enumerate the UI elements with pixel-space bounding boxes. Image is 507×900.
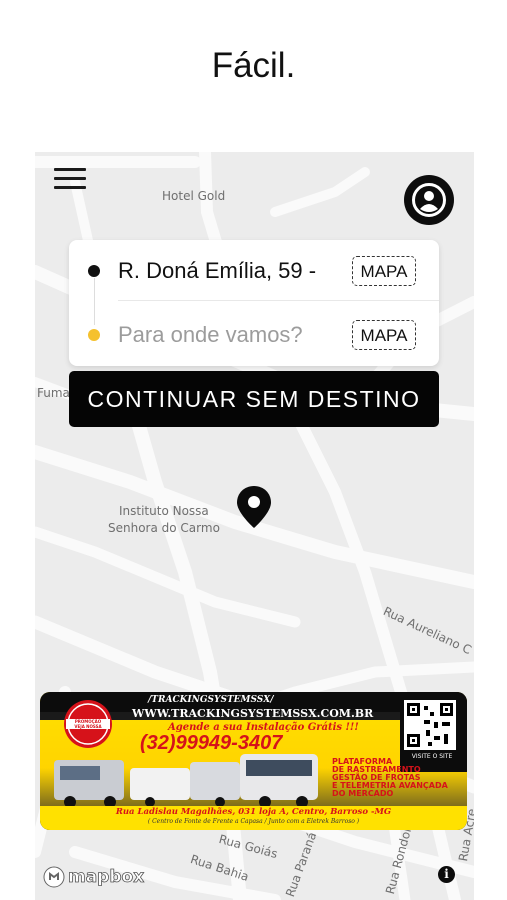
ad-website: WWW.TRACKINGSYSTEMSSX.COM.BR bbox=[132, 707, 374, 720]
origin-row[interactable]: R. Doná Emília, 59 - MAPA bbox=[69, 240, 439, 302]
menu-icon[interactable] bbox=[54, 168, 86, 190]
map-label-fuma: Fuma bbox=[37, 386, 70, 400]
ad-phone: (32)99949-3407 bbox=[140, 732, 283, 754]
ad-feature-line: DO MERCADO bbox=[332, 789, 394, 798]
ad-address: Rua Ladislau Magalhães, 031 loja A, Cent… bbox=[115, 807, 392, 817]
route-connector bbox=[94, 278, 95, 325]
destination-dot-icon bbox=[88, 329, 100, 341]
destination-input[interactable]: Para onde vamos? bbox=[118, 322, 303, 348]
mapbox-logo[interactable]: mapbox bbox=[43, 864, 145, 890]
card-divider bbox=[118, 300, 439, 301]
ad-promo-badge: PROMOÇÃO VEJA NOSSA bbox=[74, 719, 102, 729]
ad-features: PLATAFORMA DE RASTREAMENTO GESTÃO DE FRO… bbox=[332, 758, 448, 798]
mapbox-logo-icon bbox=[43, 866, 65, 888]
mapbox-wordmark: mapbox bbox=[68, 867, 145, 888]
user-avatar-icon[interactable] bbox=[404, 175, 454, 225]
ad-social-handle: /TRACKINGSYSTEMSSX/ bbox=[148, 695, 274, 705]
info-icon[interactable]: i bbox=[438, 866, 455, 883]
origin-address[interactable]: R. Doná Emília, 59 - bbox=[118, 258, 316, 284]
ad-address-note: ( Centro de Fonte de Frente a Capasa / J… bbox=[147, 818, 360, 825]
map-label-instituto-line1: Instituto Nossa bbox=[119, 504, 209, 518]
destination-map-button[interactable]: MAPA bbox=[352, 320, 416, 350]
trip-card: R. Doná Emília, 59 - MAPA Para onde vamo… bbox=[69, 240, 439, 366]
ad-banner[interactable]: /TRACKINGSYSTEMSSX/ WWW.TRACKINGSYSTEMSS… bbox=[40, 692, 467, 830]
continue-without-destination-button[interactable]: CONTINUAR SEM DESTINO bbox=[69, 371, 439, 427]
origin-dot-icon bbox=[88, 265, 100, 277]
origin-map-button[interactable]: MAPA bbox=[352, 256, 416, 286]
map-label-hotel-gold: Hotel Gold bbox=[162, 189, 226, 203]
location-pin-icon bbox=[237, 486, 271, 528]
destination-row[interactable]: Para onde vamos? MAPA bbox=[69, 304, 439, 366]
page-headline: Fácil. bbox=[211, 46, 296, 85]
map-label-instituto-line2: Senhora do Carmo bbox=[108, 521, 220, 535]
app-screen: Hotel Gold Fuma Instituto Nossa Senhora … bbox=[35, 152, 474, 900]
